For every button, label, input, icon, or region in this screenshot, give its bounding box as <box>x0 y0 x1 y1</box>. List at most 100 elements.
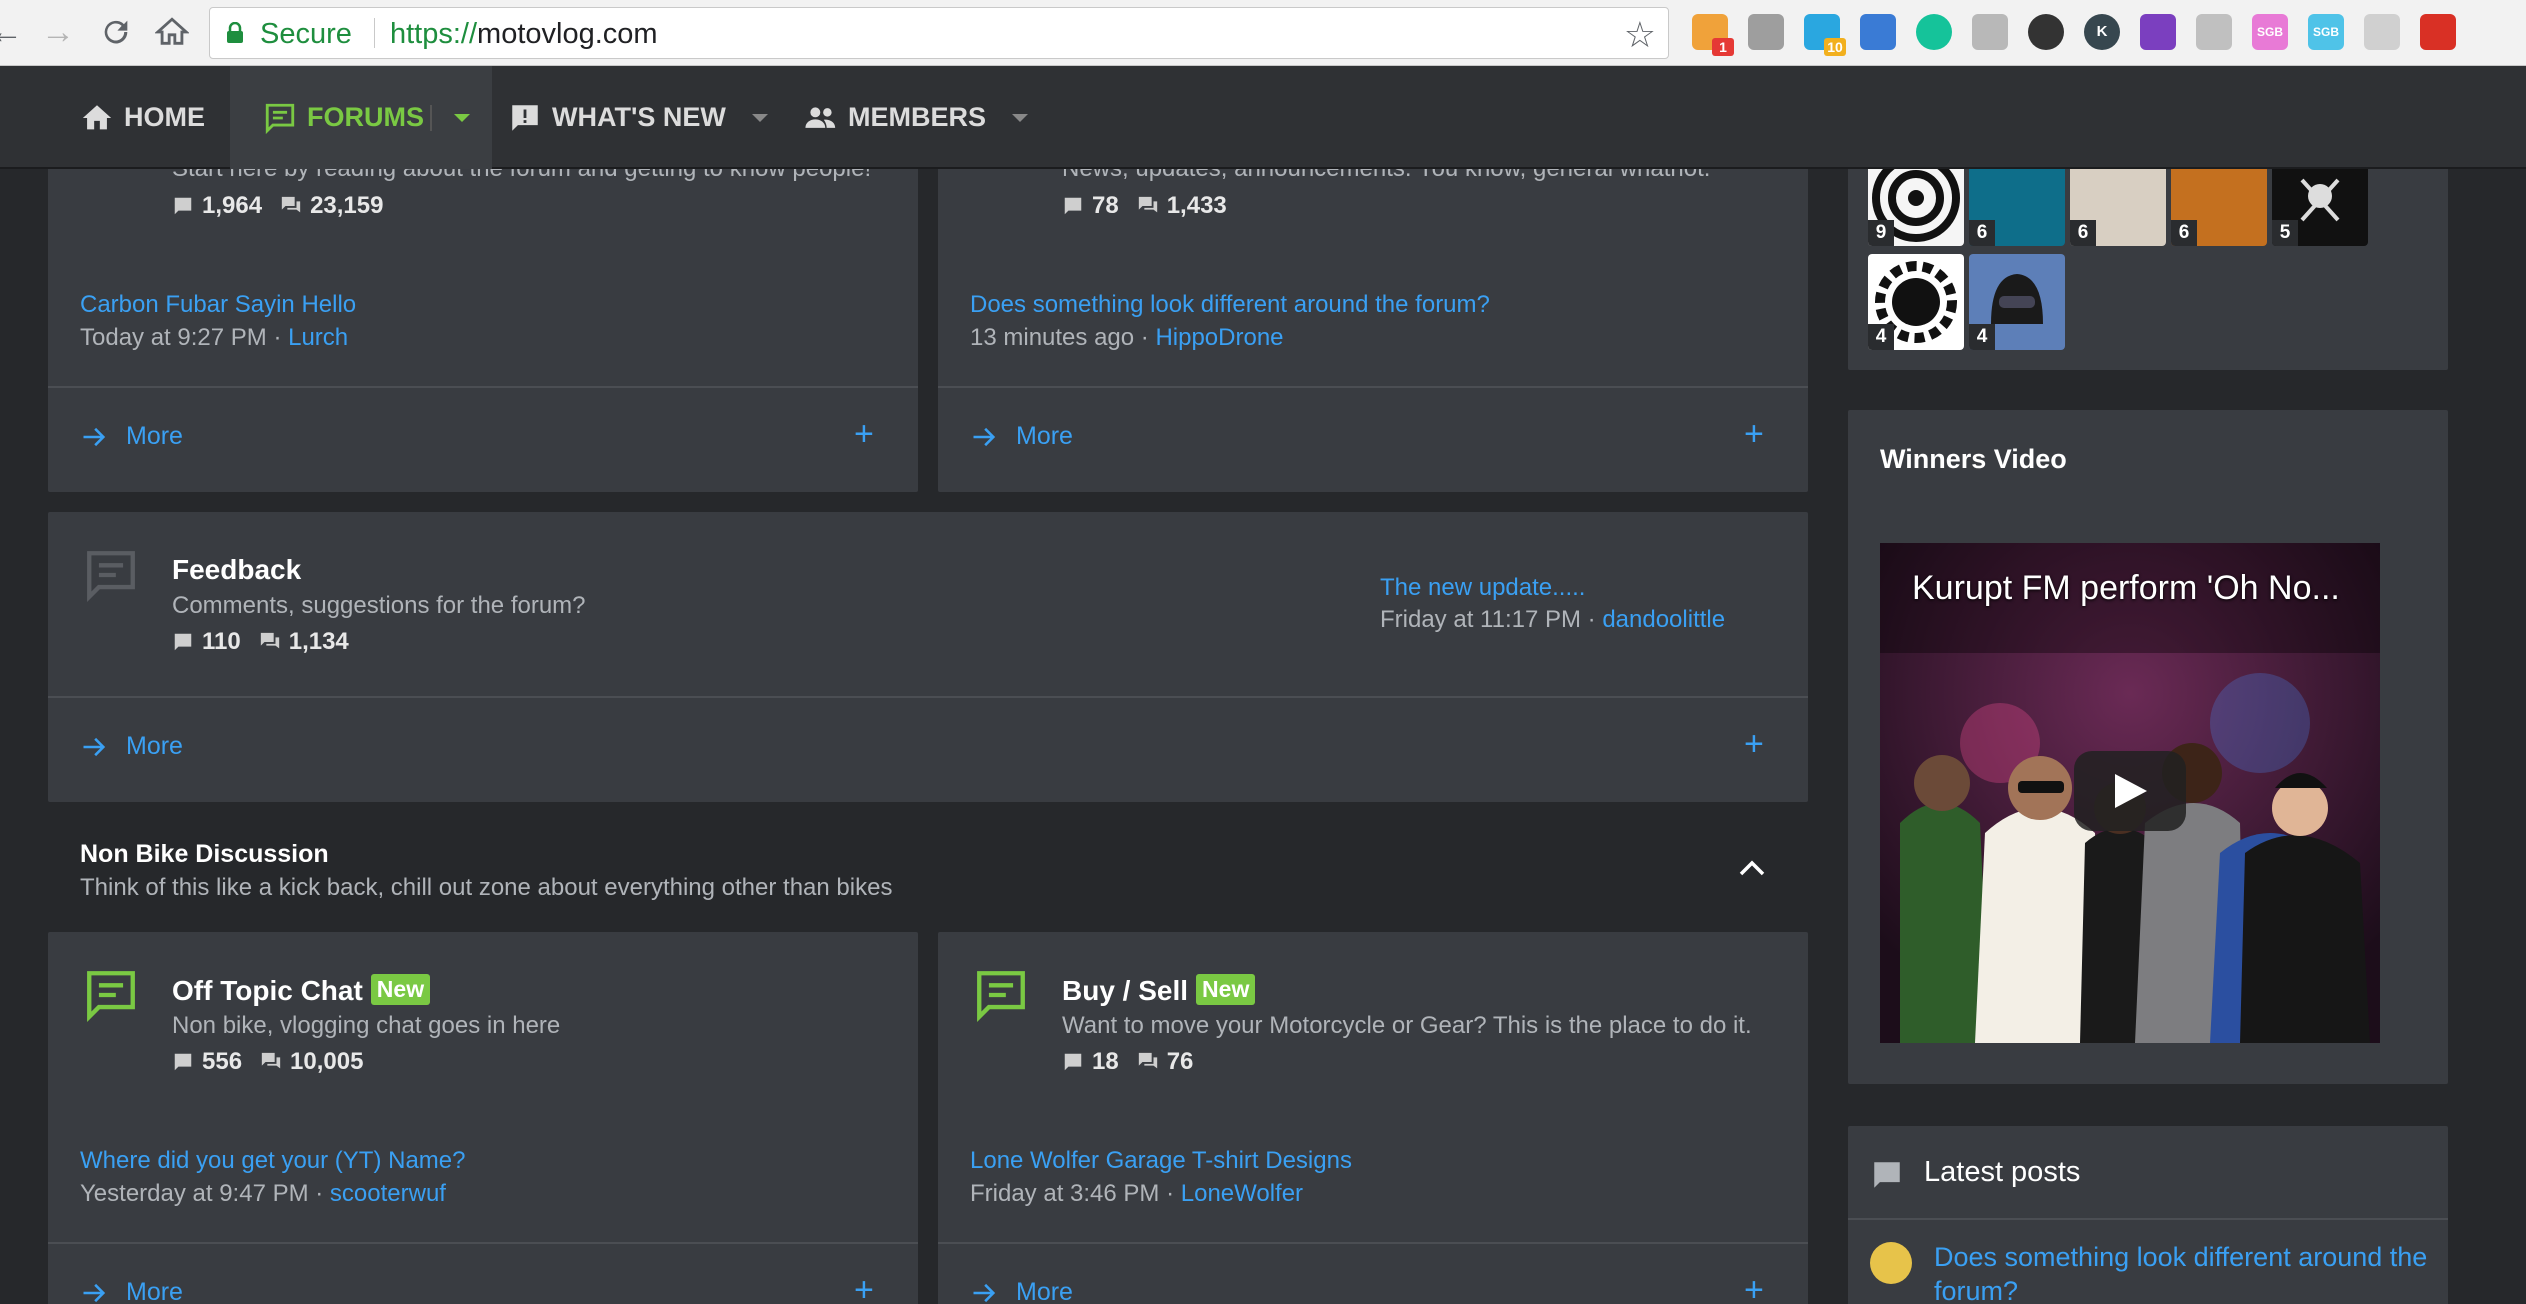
more-link[interactable]: More <box>80 732 183 761</box>
latest-thread-meta: Yesterday at 9:47 PM · scooterwuf <box>80 1180 446 1207</box>
nav-whats-new-tab[interactable]: WHAT'S NEW <box>508 66 768 169</box>
forum-unread-icon <box>87 971 135 1023</box>
chevron-down-icon[interactable] <box>454 113 470 122</box>
forward-arrow-icon[interactable]: → <box>38 12 78 52</box>
threads-count: 110 <box>202 628 241 655</box>
sgb-icon[interactable]: SGB <box>2308 14 2344 50</box>
video-player[interactable]: Kurupt FM perform 'Oh No... <box>1880 543 2380 1043</box>
grammarly-icon[interactable] <box>1916 14 1952 50</box>
more-label: More <box>126 422 183 450</box>
refresh-sync-icon[interactable] <box>1860 14 1896 50</box>
note-icon[interactable] <box>2364 14 2400 50</box>
arrow-right-icon <box>83 737 106 756</box>
new-badge: New <box>1196 974 1256 1005</box>
forum-description: Comments, suggestions for the forum? <box>172 592 586 619</box>
messages-icon <box>260 632 279 649</box>
tool-icon[interactable] <box>2196 14 2232 50</box>
lock-icon <box>227 22 243 43</box>
avatar[interactable] <box>1870 1242 1912 1284</box>
latest-post-link[interactable]: Does something look different around the… <box>1934 1240 2434 1304</box>
forum-title-link[interactable]: Feedback <box>172 554 301 586</box>
play-icon <box>2115 774 2147 808</box>
latest-thread-link[interactable]: The new update..... <box>1380 574 1585 602</box>
latest-time: Yesterday at 9:47 PM <box>80 1180 309 1207</box>
latest-thread-link[interactable]: Where did you get your (YT) Name? <box>80 1147 466 1175</box>
forum-title: Off Topic Chat <box>172 975 363 1006</box>
video-title[interactable]: Kurupt FM perform 'Oh No... <box>1912 569 2340 608</box>
forum-description: Non bike, vlogging chat goes in here <box>172 1012 561 1039</box>
forum-title-link[interactable]: Off Topic Chat New <box>172 974 431 1007</box>
chevron-down-icon[interactable] <box>751 113 768 122</box>
spy-icon[interactable] <box>2028 14 2064 50</box>
nav-members-tab[interactable]: MEMBERS <box>804 66 1029 169</box>
home-icon[interactable] <box>152 12 192 52</box>
k-icon[interactable]: K <box>2084 14 2120 50</box>
chevron-down-icon[interactable] <box>1012 113 1029 122</box>
latest-user-link[interactable]: scooterwuf <box>330 1180 446 1207</box>
message-count-badge: 5 <box>2272 220 2298 246</box>
threads-count: 1,964 <box>202 192 263 219</box>
latest-user-link[interactable]: Lurch <box>288 324 348 351</box>
message-count-badge: 6 <box>2070 220 2096 246</box>
threads-count: 556 <box>202 1048 243 1075</box>
more-link[interactable]: More <box>80 422 183 451</box>
reload-icon[interactable] <box>96 12 136 52</box>
arrow-right-icon <box>973 1283 996 1302</box>
inbox-icon[interactable] <box>1972 14 2008 50</box>
expand-plus-icon[interactable]: + <box>1744 415 1764 454</box>
expand-plus-icon[interactable]: + <box>1744 1271 1764 1304</box>
new-badge: New <box>370 974 431 1005</box>
extension-badge: 1 <box>1712 38 1734 56</box>
home-icon <box>82 104 112 129</box>
latest-thread-link[interactable]: Does something look different around the… <box>970 291 1490 319</box>
puzzle-icon[interactable]: 1 <box>1692 14 1734 56</box>
forum-unread-icon <box>977 971 1025 1023</box>
category-title[interactable]: Non Bike Discussion <box>80 840 329 869</box>
forum-title-link[interactable]: Buy / Sell New <box>1062 974 1256 1007</box>
arrow-right-icon <box>83 1283 106 1302</box>
threads-icon <box>174 197 192 215</box>
play-button[interactable] <box>2074 751 2186 831</box>
expand-plus-icon[interactable]: + <box>854 1271 874 1304</box>
divider <box>938 386 1808 388</box>
gear-logo-icon[interactable]: 4 <box>1868 254 1964 350</box>
latest-user-link[interactable]: LoneWolfer <box>1181 1180 1303 1207</box>
threads-count: 18 <box>1092 1048 1119 1075</box>
more-link[interactable]: More <box>970 422 1073 451</box>
forum-stats: 110 1,134 <box>172 628 349 656</box>
collapse-chevron-up-icon[interactable] <box>1738 858 1766 878</box>
threads-icon <box>174 1053 192 1071</box>
divider <box>430 104 432 131</box>
gem-icon[interactable] <box>2140 14 2176 50</box>
latest-user-link[interactable]: dandoolittle <box>1602 606 1725 633</box>
nav-home-tab[interactable]: HOME <box>80 66 205 169</box>
expand-plus-icon[interactable]: + <box>854 415 874 454</box>
address-bar[interactable]: Secure https://motovlog.com ☆ <box>209 7 1669 59</box>
more-link[interactable]: More <box>970 1278 1073 1304</box>
latest-time: Friday at 3:46 PM <box>970 1180 1160 1207</box>
latest-time: Today at 9:27 PM <box>80 324 267 351</box>
ghostery-icon[interactable]: 10 <box>1804 14 1846 56</box>
back-arrow-icon[interactable]: ← <box>0 12 26 52</box>
latest-user-link[interactable]: HippoDrone <box>1155 324 1283 351</box>
messages-icon <box>1138 196 1157 213</box>
threads-icon <box>1064 197 1082 215</box>
messages-count: 10,005 <box>290 1048 364 1075</box>
arrow-right-icon <box>973 427 996 446</box>
gear-icon[interactable] <box>1748 14 1784 50</box>
url-text[interactable]: https://motovlog.com <box>390 18 658 51</box>
latest-thread-link[interactable]: Lone Wolfer Garage T-shirt Designs <box>970 1147 1352 1175</box>
messages-count: 76 <box>1166 1048 1194 1075</box>
latest-thread-link[interactable]: Carbon Fubar Sayin Hello <box>80 291 356 319</box>
arrow-icon[interactable] <box>2420 14 2456 50</box>
message-count-badge: 9 <box>1868 220 1894 246</box>
message-count-badge: 4 <box>1969 324 1995 350</box>
helmet-avatar-icon[interactable]: 4 <box>1969 254 2065 350</box>
bookmark-star-icon[interactable]: ☆ <box>1624 14 1656 56</box>
more-link[interactable]: More <box>80 1278 183 1304</box>
nav-forums-tab[interactable]: FORUMS <box>230 66 492 169</box>
forum-read-icon <box>87 551 135 603</box>
expand-plus-icon[interactable]: + <box>1744 725 1764 764</box>
browser-toolbar: ← → Secure https://motovlog.com ☆ 1 10 K SG… <box>0 0 2526 66</box>
sgb-icon[interactable]: SGB <box>2252 14 2288 50</box>
